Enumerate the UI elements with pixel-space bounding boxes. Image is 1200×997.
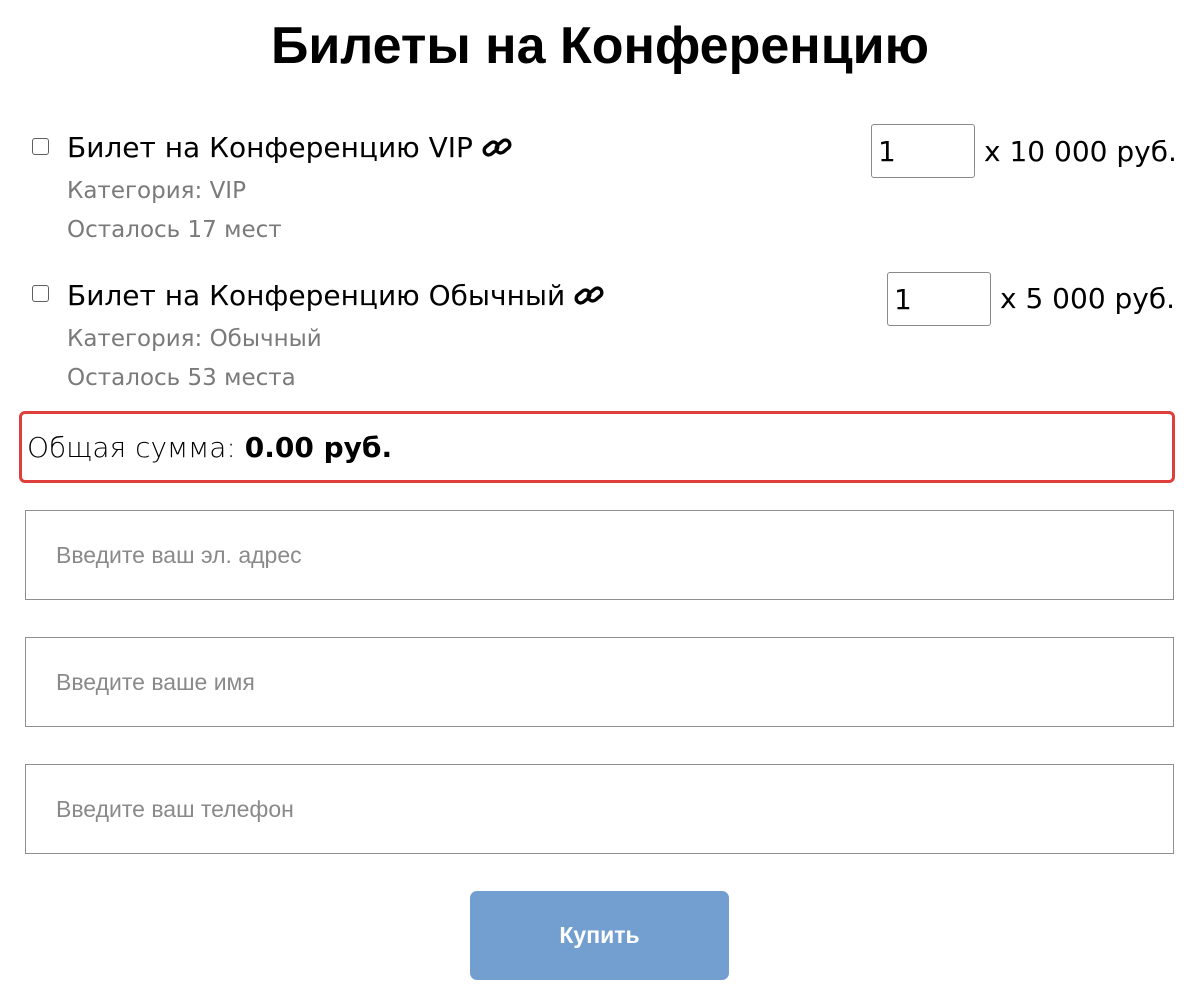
page-title: Билеты на Конференцию <box>270 17 930 75</box>
total-summary: Общая сумма: 0.00 руб. <box>27 431 392 465</box>
link-icon[interactable] <box>573 281 605 311</box>
ticket-regular-name-text: Билет на Конференцию Обычный <box>67 279 566 312</box>
ticket-vip-quantity-input[interactable] <box>871 124 975 178</box>
ticket-vip-name-text: Билет на Конференцию VIP <box>67 131 473 164</box>
ticket-regular-quantity-input[interactable] <box>887 272 991 326</box>
ticket-vip-price: x 10 000 руб. <box>984 135 1177 168</box>
ticket-order-page: Билеты на Конференцию Билет на Конференц… <box>0 0 1200 997</box>
email-input[interactable] <box>25 510 1174 600</box>
total-label: Общая сумма: <box>27 431 236 464</box>
ticket-regular-remaining: Осталось 53 места <box>67 365 296 391</box>
ticket-vip-remaining: Осталось 17 мест <box>67 217 282 243</box>
ticket-vip-name: Билет на Конференцию VIP <box>67 130 513 166</box>
ticket-vip-checkbox[interactable] <box>32 138 49 155</box>
ticket-regular-price: x 5 000 руб. <box>1000 282 1176 315</box>
total-value: 0.00 руб. <box>244 431 393 464</box>
ticket-regular-checkbox[interactable] <box>32 285 49 302</box>
ticket-vip-category: Категория: VIP <box>67 178 246 204</box>
buy-button[interactable]: Купить <box>470 891 729 980</box>
ticket-regular-category: Категория: Обычный <box>67 326 322 352</box>
ticket-regular-name: Билет на Конференцию Обычный <box>67 278 605 314</box>
name-input[interactable] <box>25 637 1174 727</box>
link-icon[interactable] <box>481 133 513 163</box>
phone-input[interactable] <box>25 764 1174 854</box>
total-summary-box: Общая сумма: 0.00 руб. <box>19 411 1175 483</box>
